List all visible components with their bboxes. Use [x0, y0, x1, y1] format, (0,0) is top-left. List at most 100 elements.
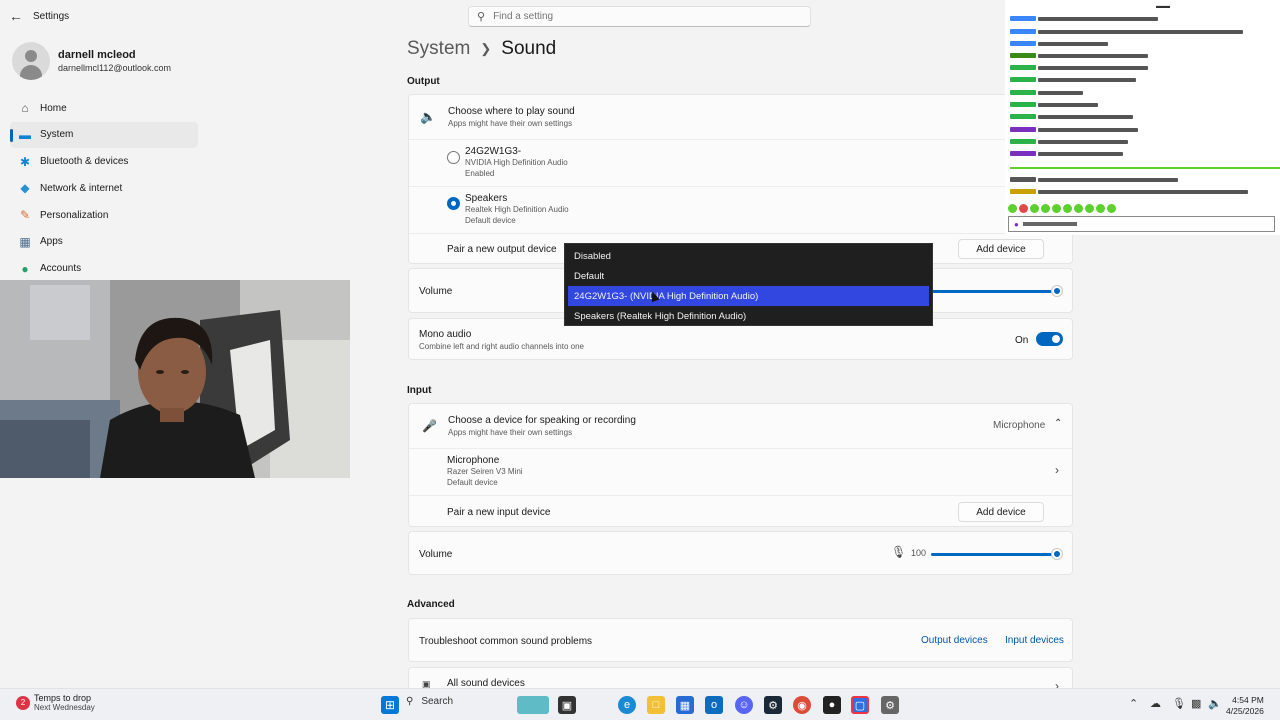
chat-text [1038, 151, 1123, 156]
sidebar-item-network-internet[interactable]: ◆ Network & internet [10, 175, 198, 201]
page-title: Sound [501, 38, 557, 59]
file-explorer-icon[interactable]: □ [647, 696, 665, 714]
volume-icon[interactable]: 🔈 [1208, 697, 1222, 710]
input-volume-track[interactable] [931, 553, 1057, 556]
all-sound-devices-row[interactable]: ▣ All sound devices › [408, 667, 1073, 693]
chat-message [1010, 150, 1123, 157]
chat-message [1010, 15, 1158, 22]
chat-username [1010, 189, 1036, 194]
sidebar-item-label: Bluetooth & devices [40, 156, 129, 168]
chat-username [1010, 16, 1036, 21]
app-title: Settings [33, 10, 70, 22]
chat-message [1010, 101, 1098, 108]
chat-message [1010, 126, 1138, 133]
sidebar-item-label: Personalization [40, 209, 109, 221]
chat-text [1038, 53, 1148, 58]
obs-icon[interactable]: ● [823, 696, 841, 714]
task-view-icon[interactable]: ▣ [558, 696, 576, 714]
microphone-icon[interactable]: 🎙 [1172, 697, 1186, 710]
taskbar-search[interactable]: ⚲ Search [406, 696, 453, 707]
dropdown-option[interactable]: 24G2W1G3- (NVIDIA High Definition Audio) [568, 286, 929, 306]
back-arrow-icon[interactable]: ← [0, 0, 32, 32]
network-icon[interactable]: ▩ [1191, 697, 1201, 710]
device-name: Speakers [465, 192, 508, 204]
input-volume-card: Volume 🎙 100 [408, 531, 1073, 575]
dropdown-option[interactable]: Default [565, 266, 932, 286]
input-device-row[interactable]: Microphone Razer Seiren V3 Mini Default … [409, 449, 1072, 495]
search-icon: ⚲ [477, 11, 486, 23]
chat-text [1038, 127, 1138, 132]
steam-icon[interactable]: ⚙ [764, 696, 782, 714]
device-status: Enabled [465, 168, 495, 178]
choose-output-row[interactable]: 🔈 Choose where to play sound Apps might … [409, 95, 1072, 139]
chat-input-placeholder [1022, 222, 1077, 226]
outlook-icon[interactable]: o [705, 696, 723, 714]
sidebar-item-personalization[interactable]: ✎ Personalization [10, 202, 198, 228]
chat-username [1010, 127, 1036, 132]
cloud-icon[interactable]: ☁ [1150, 697, 1161, 710]
settings-search-box[interactable]: ⚲ [468, 6, 811, 27]
chat-window-title: ▬▬ [1156, 3, 1170, 10]
selected-input-device: Microphone [993, 420, 1046, 431]
choose-output-title: Choose where to play sound [448, 106, 575, 117]
emote-icon [1063, 204, 1072, 213]
sidebar-item-bluetooth-devices[interactable]: ✱ Bluetooth & devices [10, 149, 198, 175]
network-icon: ◆ [20, 181, 30, 196]
sidebar-item-system[interactable]: ▬ System [10, 121, 198, 148]
sidebar-item-label: Network & internet [40, 182, 123, 194]
chat-text [1038, 139, 1128, 144]
chat-badge-icon: ● [1014, 219, 1019, 229]
settings-gear-icon[interactable]: ⚙ [881, 696, 899, 714]
chevron-right-icon[interactable]: › [1055, 463, 1059, 477]
emote-icon [1030, 204, 1039, 213]
input-devices-link[interactable]: Input devices [1005, 635, 1064, 646]
add-input-device-button[interactable]: Add device [958, 502, 1044, 522]
input-volume-label: Volume [419, 548, 453, 560]
mono-audio-title: Mono audio [419, 329, 472, 340]
output-device-option[interactable]: Speakers Realtek High Definition Audio D… [409, 187, 1072, 233]
sidebar-item-apps[interactable]: ▦ Apps [10, 229, 198, 255]
troubleshoot-label: Troubleshoot common sound problems [419, 635, 593, 647]
store-icon[interactable]: ▦ [676, 696, 694, 714]
microphone-icon[interactable]: 🎙 [891, 545, 906, 559]
search-input[interactable] [493, 11, 774, 22]
chevron-up-icon[interactable]: ⌃ [1129, 697, 1138, 710]
chrome-icon[interactable]: ◉ [793, 696, 811, 714]
output-volume-thumb[interactable] [1052, 286, 1062, 296]
dropdown-option[interactable]: Speakers (Realtek High Definition Audio) [565, 306, 932, 326]
sidebar-item-home[interactable]: ⌂ Home [10, 95, 198, 121]
chat-username [1010, 65, 1036, 70]
webcam-overlay [0, 280, 350, 478]
input-volume-thumb[interactable] [1052, 549, 1062, 559]
system-icon: ▬ [19, 127, 31, 142]
weather-title: Temps to drop [34, 693, 92, 703]
weather-widget[interactable]: 2 Temps to drop Next Wednesday [16, 693, 95, 712]
output-devices-link[interactable]: Output devices [921, 635, 988, 646]
chevron-up-icon[interactable]: ⌃ [1054, 418, 1062, 429]
sidebar-item-accounts[interactable]: ● Accounts [10, 256, 198, 282]
choose-input-row[interactable]: 🎤 Choose a device for speaking or record… [409, 404, 1072, 448]
chat-message [1010, 176, 1178, 183]
start-icon[interactable]: ⊞ [381, 696, 399, 714]
chat-input[interactable]: ● [1008, 216, 1275, 232]
add-output-device-button[interactable]: Add device [958, 239, 1044, 259]
mono-audio-toggle[interactable] [1036, 332, 1063, 346]
chat-username [1010, 29, 1036, 34]
user-profile[interactable]: darnell mcleod darnellmcl112@outlook.com [12, 42, 171, 80]
apps-icon: ▦ [19, 234, 31, 249]
output-volume-track[interactable] [931, 290, 1057, 293]
discord-icon[interactable]: ☺ [735, 696, 753, 714]
search-highlight-icon[interactable] [517, 696, 549, 714]
system-clock[interactable]: 4:54 PM 4/25/2026 [1226, 695, 1264, 717]
chat-message [1010, 188, 1248, 195]
dropdown-option[interactable]: Disabled [565, 246, 932, 266]
breadcrumb-parent[interactable]: System [407, 38, 470, 60]
app-icon[interactable]: ▢ [851, 696, 869, 714]
input-device-model: Razer Seiren V3 Mini [447, 466, 523, 476]
emote-icon [1085, 204, 1094, 213]
output-device-option[interactable]: 24G2W1G3- NVIDIA High Definition Audio E… [409, 140, 1072, 186]
edge-icon[interactable]: e [618, 696, 636, 714]
radio-speakers[interactable] [447, 197, 460, 210]
radio-24g2w1g3[interactable] [447, 151, 460, 164]
emote-row [1008, 202, 1118, 216]
